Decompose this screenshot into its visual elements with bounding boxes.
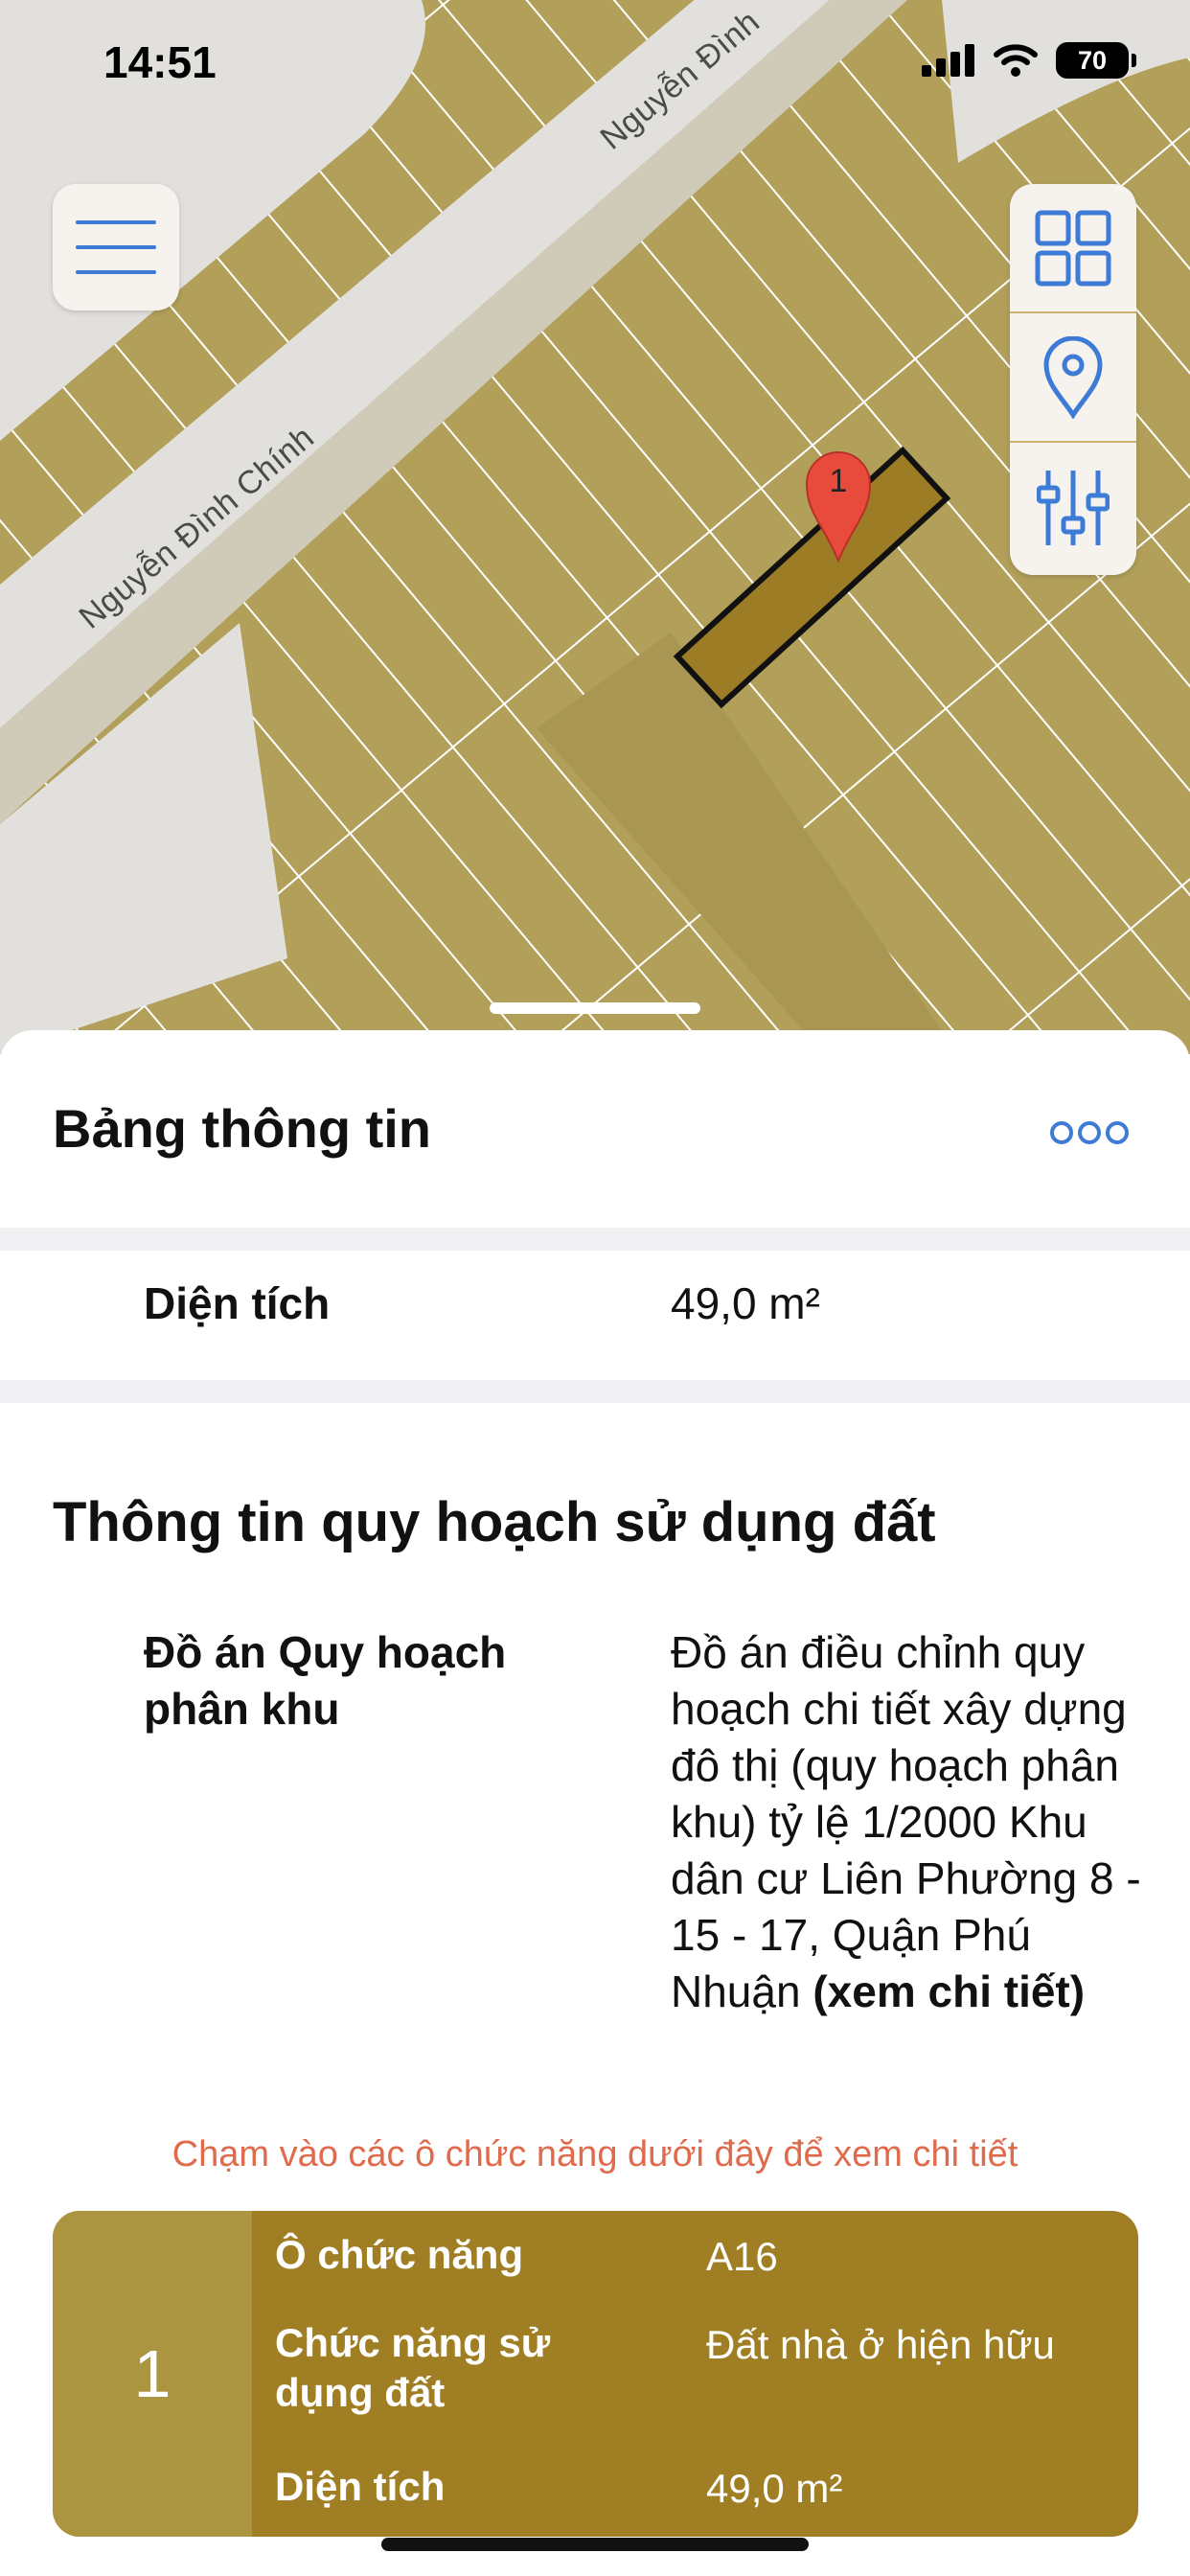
grid-layers-icon [1035,210,1111,286]
layers-button[interactable] [1010,184,1136,313]
card-value-area: 49,0 m² [706,2466,843,2511]
sliders-icon [1037,470,1110,545]
divider [0,1228,1190,1251]
map-view[interactable]: 1 Nguyễn Đình Chính Nguyễn Đình 14:51 70 [0,0,1190,1054]
status-bar: 14:51 70 [0,0,1190,125]
sheet-title: Bảng thông tin [53,1098,432,1159]
info-sheet: Bảng thông tin Diện tích 49,0 m² Thông t… [0,1030,1190,2576]
status-icons: 70 [922,42,1136,79]
view-detail-link[interactable]: (xem chi tiết) [812,1966,1085,2016]
battery-indicator: 70 [1056,42,1136,79]
plan-value: Đồ án điều chỉnh quy hoạch chi tiết xây … [671,1627,1141,2016]
card-label-cell: Ô chức năng [275,2232,524,2277]
function-cell-card[interactable]: 1 Ô chức năng A16 Chức năng sử dụng đất … [53,2211,1138,2537]
wifi-icon [994,44,1038,77]
card-label-area: Diện tích [275,2464,446,2509]
sheet-grabber[interactable] [490,1002,700,1014]
plan-value-block: Đồ án điều chỉnh quy hoạch chi tiết xây … [671,1624,1150,2020]
area-label: Diện tích [144,1278,331,1328]
sheet-header: Bảng thông tin [0,1030,1190,1227]
cellular-signal-icon [922,44,974,77]
status-time: 14:51 [103,37,217,87]
hint-text: Chạm vào các ô chức năng dưới đây để xem… [172,2134,1018,2174]
card-number-panel: 1 [53,2211,252,2537]
card-label-function: Chức năng sử dụng đất [275,2320,551,2415]
locate-button[interactable] [1010,313,1136,443]
card-number: 1 [133,2336,172,2411]
area-value: 49,0 m² [671,1278,820,1328]
map-tool-stack [1010,184,1136,575]
hamburger-menu-icon [76,220,156,274]
more-dots-icon[interactable] [1050,1118,1129,1147]
home-indicator[interactable] [381,2538,809,2551]
divider [0,1380,1190,1403]
filters-button[interactable] [1010,443,1136,572]
menu-button[interactable] [53,184,179,310]
card-value-function: Đất nhà ở hiện hữu [706,2322,1055,2367]
plan-label: Đồ án Quy hoạch phân khu [144,1627,507,1734]
card-value-cell: A16 [706,2234,778,2279]
location-pin-icon [1043,335,1103,419]
section-title: Thông tin quy hoạch sử dụng đất [53,1491,936,1553]
marker-label: 1 [830,463,848,499]
